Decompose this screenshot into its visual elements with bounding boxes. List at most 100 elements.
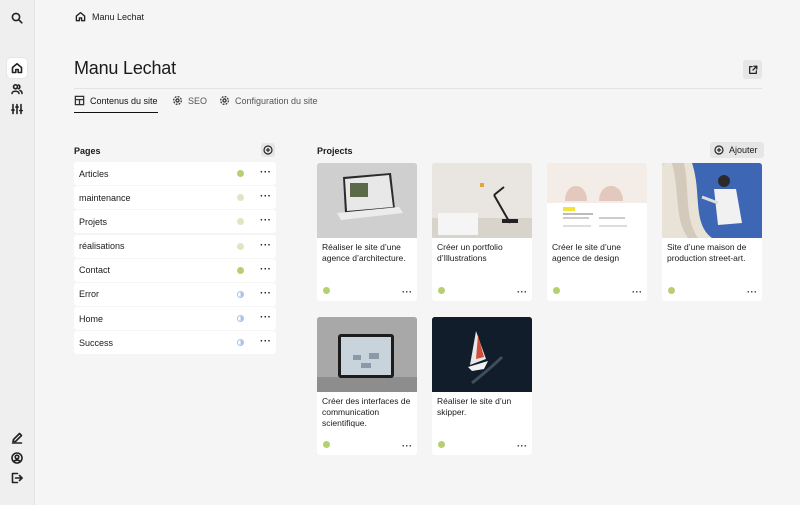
page-label: Error bbox=[79, 289, 99, 300]
main-panel: Manu Lechat Manu Lechat Contenus du site… bbox=[35, 0, 800, 505]
logout-icon bbox=[11, 472, 23, 484]
project-card[interactable]: Site d’une maison de production street-a… bbox=[662, 163, 762, 301]
project-title: Créer un portfolio d’Illustrations bbox=[437, 242, 503, 263]
home-icon bbox=[11, 63, 23, 74]
page-row-error[interactable]: Error ··· bbox=[74, 282, 276, 306]
home-icon bbox=[75, 11, 86, 22]
users-button[interactable] bbox=[7, 79, 27, 99]
more-options-button[interactable]: ··· bbox=[402, 287, 413, 297]
more-options-button[interactable]: ··· bbox=[260, 288, 272, 299]
project-thumbnail bbox=[432, 163, 532, 238]
more-options-button[interactable]: ··· bbox=[260, 215, 272, 226]
open-site-button[interactable] bbox=[743, 60, 762, 79]
account-button[interactable] bbox=[7, 448, 27, 468]
tab-label: Configuration du site bbox=[235, 95, 318, 106]
gear-icon bbox=[173, 96, 182, 105]
pages-section-title: Pages bbox=[74, 146, 101, 156]
tab-label: Contenus du site bbox=[90, 95, 158, 106]
sliders-icon bbox=[11, 103, 23, 115]
project-thumbnail bbox=[432, 317, 532, 392]
page-row-home[interactable]: Home ··· bbox=[74, 307, 276, 331]
page-row-contact[interactable]: Contact ··· bbox=[74, 258, 276, 282]
page-row-realisations[interactable]: réalisations ··· bbox=[74, 234, 276, 258]
more-options-button[interactable]: ··· bbox=[402, 441, 413, 451]
more-options-button[interactable]: ··· bbox=[632, 287, 643, 297]
more-options-button[interactable]: ··· bbox=[260, 312, 272, 323]
project-card[interactable]: Créer le site d’une agence de design ··· bbox=[547, 163, 647, 301]
more-options-button[interactable]: ··· bbox=[260, 336, 272, 347]
page-row-articles[interactable]: Articles ··· bbox=[74, 162, 276, 185]
status-dot bbox=[438, 287, 445, 294]
tab-configuration[interactable]: Configuration du site bbox=[219, 95, 318, 112]
status-dot bbox=[237, 266, 244, 274]
pages-list: Articles ··· maintenance ··· Projets ···… bbox=[74, 162, 276, 356]
projects-section-title: Projects bbox=[317, 146, 353, 156]
add-project-label: Ajouter bbox=[729, 145, 758, 155]
status-dot bbox=[237, 242, 244, 250]
tab-label: SEO bbox=[188, 95, 208, 106]
project-thumbnail bbox=[317, 317, 417, 392]
status-dot bbox=[323, 441, 330, 448]
page-label: Success bbox=[79, 337, 114, 348]
more-options-button[interactable]: ··· bbox=[260, 264, 272, 275]
status-dot bbox=[553, 287, 560, 294]
status-half-icon bbox=[237, 339, 244, 347]
add-project-button[interactable]: Ajouter bbox=[710, 142, 764, 158]
gear-icon bbox=[220, 96, 229, 105]
search-icon bbox=[11, 12, 23, 24]
project-card[interactable]: Réaliser le site d’un skipper. ··· bbox=[432, 317, 532, 455]
status-half-icon bbox=[237, 315, 244, 323]
project-card[interactable]: Créer des interfaces de communication sc… bbox=[317, 317, 417, 455]
plus-circle-icon bbox=[714, 145, 724, 155]
project-title: Créer le site d’une agence de design bbox=[552, 242, 621, 263]
logout-button[interactable] bbox=[7, 468, 27, 488]
layout-icon bbox=[74, 95, 85, 106]
add-page-button[interactable] bbox=[261, 143, 275, 157]
page-label: Articles bbox=[79, 168, 109, 179]
project-title: Créer des interfaces de communication sc… bbox=[322, 396, 411, 428]
page-label: Home bbox=[79, 313, 104, 324]
external-link-icon bbox=[748, 65, 757, 74]
status-dot bbox=[323, 287, 330, 294]
tab-bar: Contenus du site SEO Configuration du si… bbox=[74, 88, 762, 113]
more-options-button[interactable]: ··· bbox=[517, 287, 528, 297]
edit-button[interactable] bbox=[7, 428, 27, 448]
project-thumbnail bbox=[317, 163, 417, 238]
status-dot bbox=[438, 441, 445, 448]
more-options-button[interactable]: ··· bbox=[260, 191, 272, 202]
page-row-success[interactable]: Success ··· bbox=[74, 331, 276, 355]
settings-sliders-button[interactable] bbox=[7, 99, 27, 119]
user-circle-icon bbox=[11, 452, 23, 464]
home-button[interactable] bbox=[7, 58, 27, 78]
status-half-icon bbox=[237, 290, 244, 298]
page-label: réalisations bbox=[79, 241, 125, 252]
status-dot bbox=[237, 194, 244, 202]
project-thumbnail bbox=[547, 163, 647, 238]
users-icon bbox=[11, 83, 23, 95]
more-options-button[interactable]: ··· bbox=[260, 167, 272, 178]
page-row-projets[interactable]: Projets ··· bbox=[74, 210, 276, 234]
project-card[interactable]: Créer un portfolio d’Illustrations ··· bbox=[432, 163, 532, 301]
more-options-button[interactable]: ··· bbox=[260, 240, 272, 251]
more-options-button[interactable]: ··· bbox=[517, 441, 528, 451]
page-label: Contact bbox=[79, 265, 111, 276]
page-label: Projets bbox=[79, 216, 108, 227]
plus-circle-icon bbox=[263, 145, 273, 155]
status-dot bbox=[237, 218, 244, 226]
left-rail bbox=[0, 0, 35, 505]
project-card[interactable]: Réaliser le site d’une agence d’architec… bbox=[317, 163, 417, 301]
search-button[interactable] bbox=[7, 8, 27, 28]
status-dot bbox=[237, 170, 244, 177]
page-label: maintenance bbox=[79, 192, 131, 203]
tab-seo[interactable]: SEO bbox=[172, 95, 207, 112]
project-thumbnail bbox=[662, 163, 762, 238]
breadcrumb: Manu Lechat bbox=[75, 11, 144, 22]
breadcrumb-site-name[interactable]: Manu Lechat bbox=[92, 12, 144, 22]
project-title: Site d’une maison de production street-a… bbox=[667, 242, 747, 263]
tab-contenus[interactable]: Contenus du site bbox=[74, 95, 158, 113]
pencil-icon bbox=[11, 432, 23, 444]
status-dot bbox=[668, 287, 675, 294]
page-row-maintenance[interactable]: maintenance ··· bbox=[74, 186, 276, 210]
more-options-button[interactable]: ··· bbox=[747, 287, 758, 297]
project-title: Réaliser le site d’une agence d’architec… bbox=[322, 242, 406, 263]
